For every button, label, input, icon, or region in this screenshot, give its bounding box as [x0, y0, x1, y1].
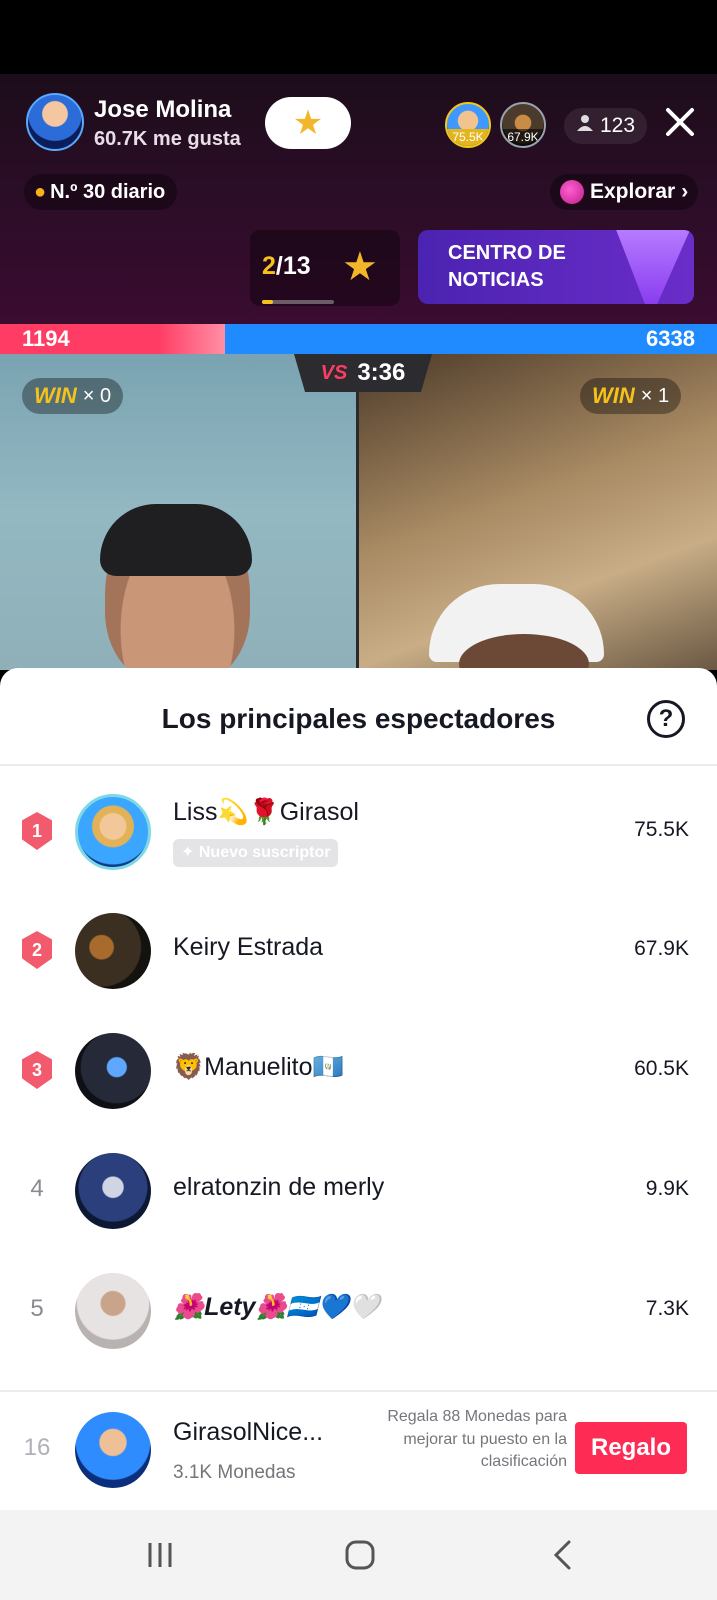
- close-icon: [666, 108, 694, 136]
- self-name: GirasolNice...: [173, 1418, 324, 1446]
- win-counter-right: WIN × 1: [580, 378, 682, 414]
- footer-divider: [0, 1390, 717, 1392]
- recents-button[interactable]: [130, 1532, 190, 1578]
- list-item[interactable]: 1 Liss💫🌹Girasol ✦ Nuevo suscriptor 75.5K: [0, 784, 717, 884]
- viewer-name: 🌺Lety🌺🇭🇳💙🤍: [173, 1293, 381, 1321]
- goal-card[interactable]: 2/13 ★: [250, 230, 400, 306]
- score-right: 6338: [646, 326, 695, 351]
- top-viewers-sheet: Los principales espectadores ? 1 Liss💫🌹G…: [0, 668, 717, 1510]
- score-left: 1194: [22, 326, 70, 351]
- list-item[interactable]: 5 🌺Lety🌺🇭🇳💙🤍 7.3K: [0, 1263, 717, 1363]
- help-icon[interactable]: ?: [647, 700, 685, 738]
- viewer-name: Keiry Estrada: [173, 933, 324, 961]
- avatar[interactable]: [75, 1412, 151, 1488]
- viewer-count-value: 123: [600, 114, 636, 137]
- top-viewer-avatar[interactable]: 75.5K: [445, 102, 491, 148]
- explore-button[interactable]: Explorar ›: [550, 174, 699, 210]
- viewer-value: 67.9K: [634, 937, 689, 960]
- win-counter-left: WIN × 0: [22, 378, 124, 414]
- person-icon: [576, 114, 594, 138]
- system-nav-bar: [0, 1510, 717, 1600]
- flame-icon: ●: [34, 180, 47, 203]
- daily-rank-label: N.º 30 diario: [50, 180, 166, 203]
- close-button[interactable]: [660, 104, 700, 144]
- win-label: WIN: [592, 383, 635, 408]
- vs-icon: VS: [320, 361, 348, 384]
- list-item[interactable]: 2 Keiry Estrada 67.9K: [0, 903, 717, 1003]
- top-viewer-badge: 75.5K: [447, 129, 489, 146]
- win-label: WIN: [34, 383, 77, 408]
- back-icon: [553, 1540, 571, 1570]
- avatar[interactable]: [75, 1153, 151, 1229]
- viewer-value: 75.5K: [634, 818, 689, 841]
- viewer-value: 7.3K: [645, 1297, 689, 1320]
- viewer-count[interactable]: 123: [564, 108, 648, 144]
- list-item[interactable]: 3 🦁Manuelito🇬🇹 60.5K: [0, 1023, 717, 1123]
- host-avatar[interactable]: [26, 93, 84, 151]
- battle-score-bar: 1194 6338: [0, 324, 717, 354]
- streamer-hair: [100, 504, 252, 576]
- goal-current: 2: [262, 252, 276, 280]
- battle-timer-value: 3:36: [357, 359, 406, 386]
- top-viewer-badge: 67.9K: [502, 129, 544, 146]
- sheet-title: Los principales espectadores: [161, 703, 556, 734]
- rank-medal: 3: [22, 1051, 52, 1089]
- win-count-right: × 1: [640, 384, 670, 407]
- recents-icon: [148, 1543, 172, 1567]
- rank-number: 4: [30, 1175, 44, 1202]
- goal-total: /13: [275, 252, 311, 280]
- host-likes: 60.7K me gusta: [94, 128, 241, 150]
- sheet-divider: [0, 764, 717, 766]
- avatar[interactable]: [75, 1273, 151, 1349]
- home-icon: [345, 1540, 375, 1570]
- home-button[interactable]: [330, 1532, 390, 1578]
- star-icon: ★: [292, 104, 324, 142]
- subscriber-badge: ✦ Nuevo suscriptor: [173, 839, 339, 867]
- rank-medal: 2: [22, 931, 52, 969]
- viewer-value: 60.5K: [634, 1057, 689, 1080]
- gift-button[interactable]: Regalo: [575, 1422, 687, 1474]
- self-rank-hint: Regala 88 Monedas para mejorar tu puesto…: [387, 1408, 567, 1470]
- explore-label: Explorar: [590, 180, 676, 203]
- goal-count: 2/13: [262, 252, 311, 281]
- viewer-name: elratonzin de merly: [173, 1173, 385, 1201]
- avatar[interactable]: [75, 913, 151, 989]
- goal-progress-fill: [262, 300, 273, 304]
- self-coins: 3.1K Monedas: [173, 1462, 296, 1483]
- news-center-label: CENTRO DE NOTICIAS: [448, 242, 566, 291]
- back-button[interactable]: [532, 1532, 592, 1578]
- follow-button[interactable]: ★: [265, 97, 351, 149]
- daily-rank-chip[interactable]: ● N.º 30 diario: [24, 174, 178, 210]
- win-count-left: × 0: [82, 384, 112, 407]
- host-name[interactable]: Jose Molina: [94, 96, 231, 124]
- subscriber-badge-label: Nuevo suscriptor: [198, 844, 331, 861]
- self-rank: 16: [23, 1434, 51, 1461]
- viewer-name: Liss💫🌹Girasol: [173, 798, 359, 826]
- battle-timer: VS 3:36: [294, 354, 432, 392]
- rank-number: 5: [30, 1295, 44, 1322]
- top-viewer-avatar[interactable]: 67.9K: [500, 102, 546, 148]
- news-center-card[interactable]: CENTRO DE NOTICIAS: [418, 230, 694, 304]
- viewer-value: 9.9K: [645, 1177, 689, 1200]
- chevron-right-icon: ›: [681, 180, 689, 203]
- star-icon: ★: [342, 245, 378, 289]
- rank-medal: 1: [22, 812, 52, 850]
- avatar[interactable]: [75, 1033, 151, 1109]
- avatar[interactable]: [75, 794, 151, 870]
- news-graphic: [616, 230, 690, 304]
- goal-progress-bar: [262, 300, 334, 304]
- list-item[interactable]: 4 elratonzin de merly 9.9K: [0, 1143, 717, 1243]
- planet-icon: [560, 180, 584, 204]
- viewer-name: 🦁Manuelito🇬🇹: [173, 1053, 344, 1081]
- status-bar: [0, 0, 717, 74]
